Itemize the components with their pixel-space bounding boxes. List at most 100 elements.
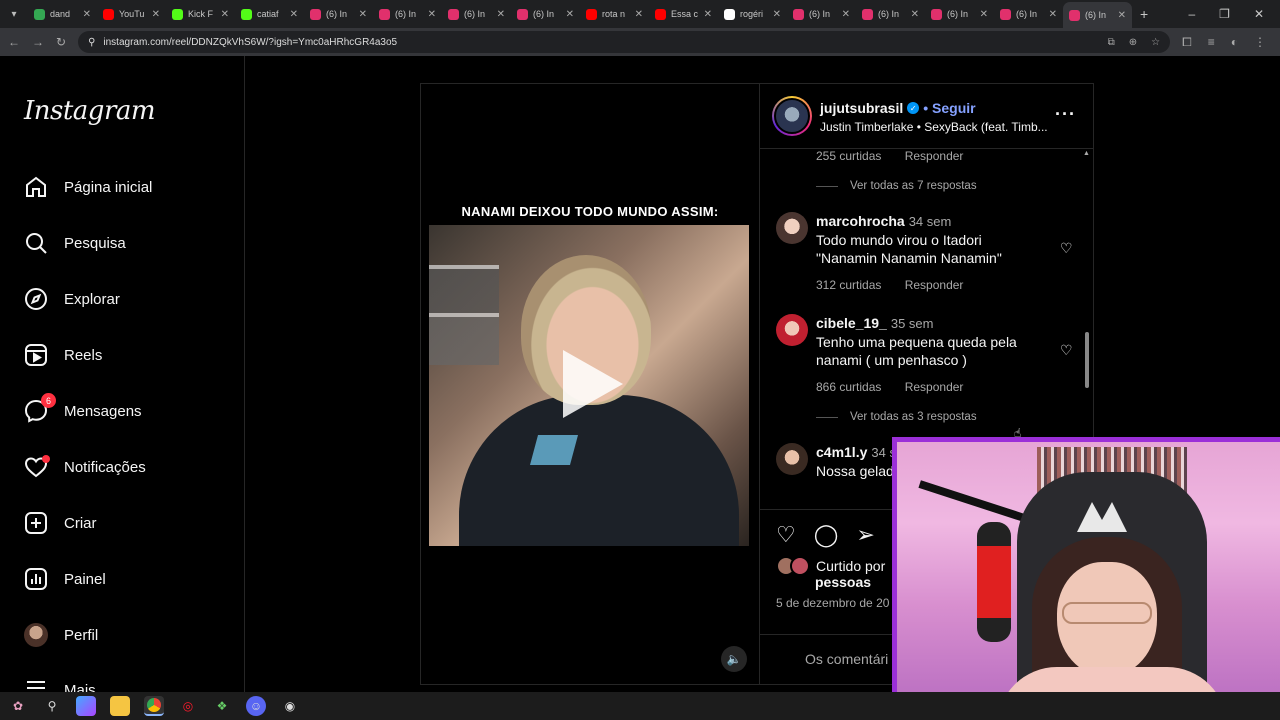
more-options-icon[interactable]: ··· (1055, 104, 1076, 125)
commenter-username[interactable]: marcohrocha (816, 213, 905, 229)
sidebar-item-create[interactable]: Criar (24, 508, 97, 538)
tab-close-icon[interactable]: ✕ (497, 9, 505, 20)
sidebar-item-notifications[interactable]: Notificações (24, 452, 146, 482)
bookmark-star-icon[interactable]: ☆ (1151, 37, 1160, 48)
video-player[interactable]: NANAMI DEIXOU TODO MUNDO ASSIM: 🔈 (421, 84, 759, 684)
browser-tab[interactable]: rogéri ✕ (718, 3, 787, 25)
comment-likes: 312 curtidas (816, 278, 882, 292)
browser-tab[interactable]: (6) In ✕ (994, 3, 1063, 25)
browser-tab[interactable]: (6) In ✕ (511, 3, 580, 25)
tab-close-icon[interactable]: ✕ (1118, 10, 1126, 21)
copilot-icon[interactable] (76, 696, 96, 716)
comment-icon[interactable]: ◯ (814, 522, 839, 548)
zoom-icon[interactable]: ⊕ (1129, 37, 1137, 48)
browser-tab[interactable]: (6) In ✕ (856, 3, 925, 25)
reply-button[interactable]: Responder (905, 149, 964, 163)
tab-close-icon[interactable]: ✕ (152, 9, 160, 20)
volume-icon[interactable]: 🔈 (721, 646, 747, 672)
browser-tab[interactable]: catiaf ✕ (235, 3, 304, 25)
reload-icon[interactable]: ↻ (56, 35, 66, 49)
sidebar-item-more[interactable]: Mais (24, 676, 96, 692)
tab-close-icon[interactable]: ✕ (773, 9, 781, 20)
address-bar[interactable]: ⚲ instagram.com/reel/DDNZQkVhS6W/?igsh=Y… (78, 31, 1171, 53)
likes-people[interactable]: pessoas (815, 574, 871, 590)
tab-close-icon[interactable]: ✕ (566, 9, 574, 20)
browser-menu-icon[interactable]: ⋮ (1254, 35, 1266, 50)
tab-close-icon[interactable]: ✕ (290, 9, 298, 20)
scrollbar-thumb[interactable] (1085, 332, 1089, 388)
browser-tab[interactable]: (6) In ✕ (1063, 2, 1132, 28)
view-replies-button[interactable]: Ver todas as 3 respostas (816, 411, 977, 423)
author-username[interactable]: jujutsubrasil (820, 100, 903, 116)
tab-search-icon[interactable]: ▾ (0, 0, 28, 28)
tab-close-icon[interactable]: ✕ (635, 9, 643, 20)
like-comment-icon[interactable]: ♡ (1060, 240, 1073, 257)
restore-icon[interactable]: ❐ (1219, 7, 1230, 21)
browser-tab[interactable]: Essa c ✕ (649, 3, 718, 25)
liked-by[interactable]: Curtido por (776, 556, 885, 576)
like-comment-icon[interactable]: ♡ (1060, 342, 1073, 359)
view-replies-button[interactable]: Ver todas as 7 respostas (816, 180, 977, 192)
extensions-icon[interactable]: ⧠ (1182, 35, 1192, 50)
sidebar-item-explore[interactable]: Explorar (24, 284, 120, 314)
file-explorer-icon[interactable] (110, 696, 130, 716)
tab-close-icon[interactable]: ✕ (911, 9, 919, 20)
follow-button[interactable]: • Seguir (923, 100, 975, 116)
play-icon[interactable] (563, 350, 623, 418)
browser-tab[interactable]: (6) In ✕ (787, 3, 856, 25)
install-app-icon[interactable]: ⧉ (1108, 37, 1115, 48)
sidebar-item-profile[interactable]: Perfil (24, 620, 98, 650)
sidebar-item-messages[interactable]: 6 Mensagens (24, 393, 142, 426)
tab-close-icon[interactable]: ✕ (83, 9, 91, 20)
avatar (24, 623, 48, 647)
discord-icon[interactable]: ☺ (246, 696, 266, 716)
browser-tab[interactable]: rota n ✕ (580, 3, 649, 25)
app-icon[interactable]: ❖ (212, 696, 232, 716)
site-info-icon[interactable]: ⚲ (88, 37, 95, 48)
browser-tab[interactable]: Kick F ✕ (166, 3, 235, 25)
sidebar-item-search[interactable]: Pesquisa (24, 228, 126, 258)
browser-tab[interactable]: (6) In ✕ (925, 3, 994, 25)
browser-tab[interactable]: YouTu ✕ (97, 3, 166, 25)
minimize-icon[interactable]: – (1188, 7, 1195, 21)
tab-close-icon[interactable]: ✕ (704, 9, 712, 20)
scroll-up-icon[interactable]: ▲ (1083, 150, 1090, 157)
audio-track[interactable]: Justin Timberlake • SexyBack (feat. Timb… (820, 120, 1048, 134)
browser-tab[interactable]: dand ✕ (28, 3, 97, 25)
commenter-avatar[interactable] (776, 443, 808, 475)
reply-button[interactable]: Responder (905, 278, 964, 292)
sidebar-item-dashboard[interactable]: Painel (24, 564, 106, 594)
browser-tab[interactable]: (6) In ✕ (373, 3, 442, 25)
tab-close-icon[interactable]: ✕ (842, 9, 850, 20)
close-window-icon[interactable]: ✕ (1254, 7, 1264, 21)
tab-close-icon[interactable]: ✕ (359, 9, 367, 20)
commenter-avatar[interactable] (776, 314, 808, 346)
browser-tab[interactable]: (6) In ✕ (304, 3, 373, 25)
tab-close-icon[interactable]: ✕ (980, 9, 988, 20)
commenter-username[interactable]: cibele_19_ (816, 315, 887, 331)
forward-icon[interactable]: → (32, 35, 44, 49)
browser-tab[interactable]: (6) In ✕ (442, 3, 511, 25)
sidebar-item-reels[interactable]: Reels (24, 340, 102, 370)
author-avatar[interactable] (772, 96, 812, 136)
obs-icon[interactable]: ◉ (280, 696, 300, 716)
opera-icon[interactable]: ◎ (178, 696, 198, 716)
share-icon[interactable]: ➢ (856, 522, 874, 548)
tab-close-icon[interactable]: ✕ (1049, 9, 1057, 20)
chrome-icon[interactable] (144, 696, 164, 716)
profile-icon[interactable]: ◐ (1231, 35, 1238, 50)
tab-close-icon[interactable]: ✕ (221, 9, 229, 20)
commenter-avatar[interactable] (776, 212, 808, 244)
commenter-username[interactable]: c4m1l.y (816, 444, 867, 460)
start-icon[interactable]: ✿ (8, 696, 28, 716)
reading-list-icon[interactable]: ≡ (1208, 35, 1215, 50)
reply-button[interactable]: Responder (905, 380, 964, 394)
back-icon[interactable]: ← (8, 35, 20, 49)
sidebar-item-home[interactable]: Página inicial (24, 172, 152, 202)
new-tab-button[interactable]: + (1140, 6, 1148, 22)
search-icon[interactable]: ⚲ (42, 696, 62, 716)
video-frame[interactable] (429, 225, 749, 546)
tab-close-icon[interactable]: ✕ (428, 9, 436, 20)
like-icon[interactable]: ♡ (776, 522, 796, 548)
instagram-logo[interactable]: Instagram (24, 96, 156, 126)
